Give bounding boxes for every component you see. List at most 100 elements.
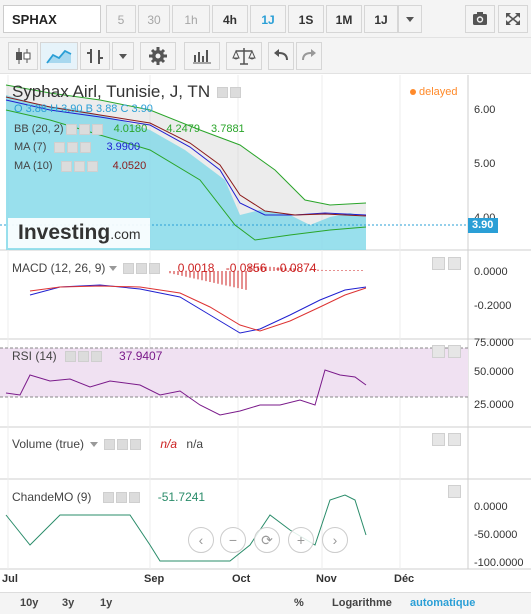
- pane-down-button[interactable]: [448, 433, 461, 446]
- pane-up-button[interactable]: [432, 433, 445, 446]
- close-icon[interactable]: [130, 439, 142, 451]
- timeframe-4h[interactable]: 4h: [212, 5, 248, 33]
- close-icon[interactable]: [91, 123, 103, 135]
- visibility-icon[interactable]: [65, 123, 77, 135]
- candlestick-button[interactable]: [8, 42, 38, 70]
- high-value: 3.90: [61, 103, 83, 115]
- bb-lower-value: 3.7881: [211, 123, 245, 135]
- status-dot-icon: [410, 89, 416, 95]
- settings-button[interactable]: [140, 42, 176, 70]
- chevron-down-icon[interactable]: [109, 266, 118, 271]
- cmo-line: [5, 494, 367, 562]
- close-icon[interactable]: [80, 141, 92, 153]
- visibility-icon[interactable]: [103, 492, 115, 504]
- timeframe-30[interactable]: 30: [138, 5, 170, 33]
- gear-icon[interactable]: [116, 492, 128, 504]
- timeframe-1j-range[interactable]: 1J: [364, 5, 398, 33]
- auto-toggle[interactable]: automatique: [410, 597, 475, 609]
- open-value: 3.88: [25, 103, 48, 115]
- gear-icon: [149, 47, 167, 65]
- timeframe-dropdown[interactable]: [398, 5, 422, 33]
- gear-icon[interactable]: [67, 141, 79, 153]
- visibility-icon[interactable]: [60, 160, 72, 172]
- investing-logo: Investing.com: [8, 218, 150, 248]
- close-icon[interactable]: [86, 160, 98, 172]
- bar-chart-icon: [87, 49, 103, 64]
- indicators-button[interactable]: [184, 42, 220, 70]
- low-value: 3.88: [96, 103, 118, 115]
- rsi-value: 37.9407: [119, 349, 163, 363]
- log-toggle[interactable]: Logarithme: [332, 597, 392, 609]
- open-label: O: [14, 103, 23, 115]
- timeframe-1s[interactable]: 1S: [288, 5, 324, 33]
- x-axis-label: Oct: [232, 573, 251, 585]
- instrument-title: Syphax Airl, Tunisie, J, TN: [12, 82, 241, 102]
- visibility-icon[interactable]: [104, 439, 116, 451]
- timeframe-toolbar: SPHAX 5 30 1h 4h 1J 1S 1M 1J: [0, 0, 531, 38]
- percent-toggle[interactable]: %: [294, 597, 304, 609]
- ma7-legend: MA (7) 3.9900: [14, 141, 140, 153]
- visibility-icon[interactable]: [64, 351, 76, 363]
- close-icon[interactable]: [149, 263, 161, 275]
- undo-button[interactable]: [268, 42, 294, 70]
- timeframe-1m[interactable]: 1M: [326, 5, 362, 33]
- fullscreen-button[interactable]: [498, 5, 528, 33]
- rsi-legend: RSI (14) 37.9407: [12, 349, 162, 363]
- range-1y[interactable]: 1y: [100, 597, 112, 609]
- chevron-left-icon: ‹: [198, 532, 204, 548]
- gear-icon[interactable]: [78, 123, 90, 135]
- compare-button[interactable]: [226, 42, 262, 70]
- gear-icon[interactable]: [117, 439, 129, 451]
- macd-signal-value: -0.0874: [275, 261, 317, 275]
- pane-up-button[interactable]: [432, 257, 445, 270]
- pane-up-button[interactable]: [448, 485, 461, 498]
- zoom-in-button[interactable]: +: [288, 527, 314, 553]
- chevron-right-icon: ›: [332, 532, 338, 548]
- instrument-name: Syphax Airl, Tunisie, J, TN: [12, 82, 211, 101]
- macd-signal-line: [29, 285, 367, 332]
- macd-legend: MACD (12, 26, 9) 0.0018 -0.0856 -0.0874: [12, 261, 317, 275]
- bar-chart-button[interactable]: [80, 42, 110, 70]
- redo-button[interactable]: [296, 42, 322, 70]
- gear-icon[interactable]: [229, 87, 241, 99]
- gear-icon[interactable]: [73, 160, 85, 172]
- chevron-down-icon[interactable]: [90, 442, 99, 447]
- close-icon[interactable]: [129, 492, 141, 504]
- pane-down-button[interactable]: [448, 257, 461, 270]
- ohlc-readout: O 3.88 H 3.90 B 3.88 C 3.90: [14, 103, 153, 115]
- chart-canvas[interactable]: 6.005.004.000.0000-0.200075.000050.00002…: [0, 75, 531, 592]
- scroll-left-button[interactable]: ‹: [188, 527, 214, 553]
- reset-button[interactable]: ⟳: [254, 527, 280, 553]
- plus-icon: +: [296, 532, 306, 548]
- bb-upper-value: 4.2479: [166, 123, 200, 135]
- range-3y[interactable]: 3y: [62, 597, 74, 609]
- x-axis-label: Sep: [144, 573, 164, 585]
- timeframe-1j[interactable]: 1J: [250, 5, 286, 33]
- y-axis-tick-label: -100.0000: [474, 557, 524, 569]
- area-chart-button[interactable]: [40, 42, 78, 70]
- macd-value: -0.0856: [225, 261, 267, 275]
- ma10-value: 4.0520: [112, 160, 147, 172]
- gear-icon[interactable]: [136, 263, 148, 275]
- bottom-bar: 10y 3y 1y % Logarithme automatique: [0, 592, 531, 614]
- screenshot-button[interactable]: [465, 5, 495, 33]
- volume-label: Volume (true): [12, 437, 85, 451]
- gear-icon[interactable]: [77, 351, 89, 363]
- pane-down-button[interactable]: [448, 345, 461, 358]
- visibility-icon[interactable]: [123, 263, 135, 275]
- scroll-right-button[interactable]: ›: [322, 527, 348, 553]
- pane-up-button[interactable]: [432, 345, 445, 358]
- timeframe-5[interactable]: 5: [106, 5, 136, 33]
- high-label: H: [50, 103, 59, 115]
- symbol-search-input[interactable]: SPHAX: [3, 5, 101, 33]
- bb-middle-value: 4.0180: [113, 123, 148, 135]
- cmo-label: ChandeMO (9): [12, 490, 92, 504]
- close-icon[interactable]: [90, 351, 102, 363]
- range-10y[interactable]: 10y: [20, 597, 38, 609]
- chart-type-dropdown[interactable]: [112, 42, 134, 70]
- visibility-icon[interactable]: [216, 87, 228, 99]
- visibility-icon[interactable]: [54, 141, 66, 153]
- zoom-out-button[interactable]: −: [220, 527, 246, 553]
- timeframe-1h[interactable]: 1h: [172, 5, 210, 33]
- reset-icon: ⟳: [261, 532, 273, 548]
